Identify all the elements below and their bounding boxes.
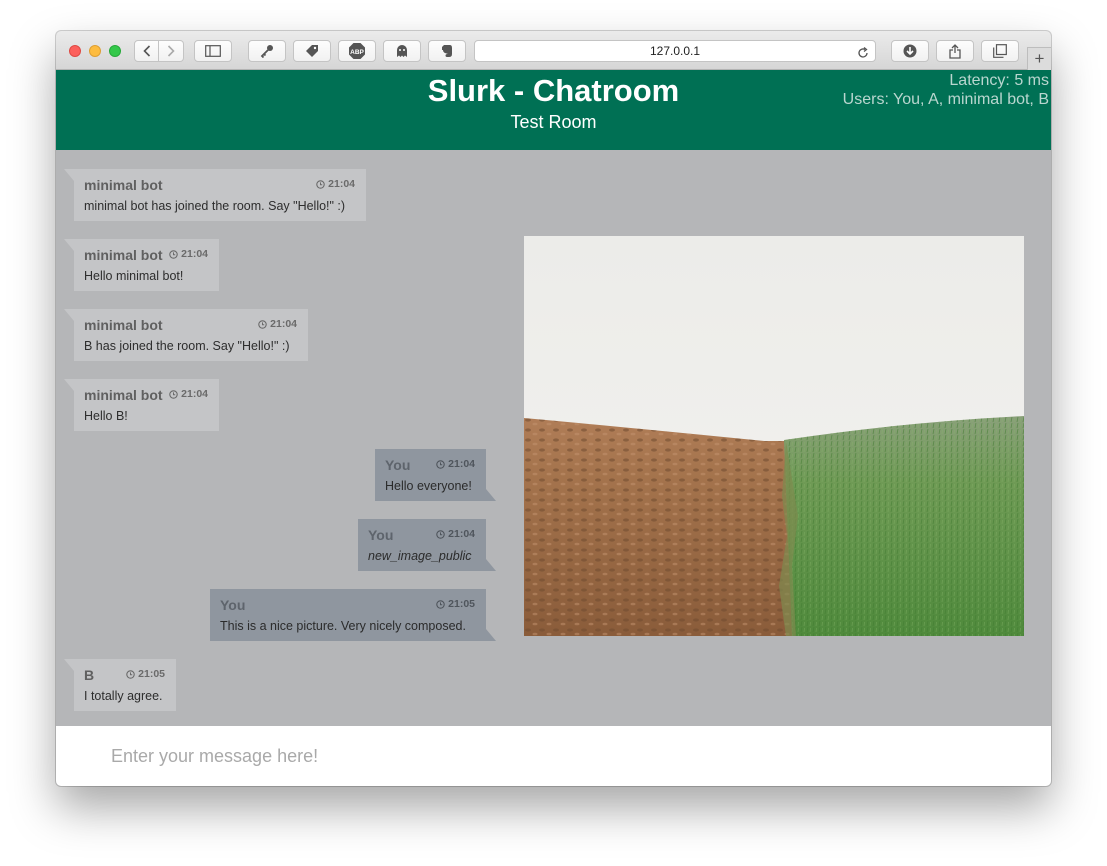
message-time: 21:04 bbox=[169, 388, 208, 400]
evernote-extension-button[interactable] bbox=[428, 40, 466, 62]
message-time: 21:04 bbox=[169, 248, 208, 260]
clock-icon bbox=[436, 529, 445, 539]
minimize-window-button[interactable] bbox=[89, 45, 101, 57]
new-tab-button[interactable]: + bbox=[1027, 47, 1051, 70]
message-time: 21:05 bbox=[436, 598, 475, 610]
new-tab-icon: + bbox=[1034, 49, 1045, 68]
svg-text:ABP: ABP bbox=[350, 49, 364, 56]
message-time: 21:05 bbox=[126, 668, 165, 680]
message-time: 21:04 bbox=[436, 528, 475, 540]
clock-icon bbox=[126, 669, 135, 679]
chat-area[interactable]: minimal bot 21:04 minimal bot has joined… bbox=[56, 150, 1051, 726]
latency-indicator: Latency: 5 ms bbox=[949, 72, 1049, 89]
own-chat-message: You 21:05 This is a nice picture. Very n… bbox=[210, 589, 496, 641]
clock-icon bbox=[316, 179, 325, 189]
key-extension-button[interactable] bbox=[248, 40, 286, 62]
message-text: Hello minimal bot! bbox=[84, 269, 184, 283]
chatroom-header: Slurk - Chatroom Test Room Latency: 5 ms… bbox=[56, 70, 1051, 150]
ghost-icon bbox=[397, 45, 407, 57]
share-icon bbox=[949, 43, 961, 59]
adblock-extension-button[interactable]: ABP bbox=[338, 40, 376, 62]
message-time: 21:04 bbox=[316, 178, 355, 190]
zoom-window-button[interactable] bbox=[109, 45, 121, 57]
downloads-button[interactable] bbox=[891, 40, 929, 62]
tag-extension-button[interactable] bbox=[293, 40, 331, 62]
browser-window: ABP 127.0.0.1 + Slurk - Chatroom Test Ro… bbox=[56, 31, 1051, 786]
clock-icon bbox=[169, 389, 178, 399]
address-bar[interactable]: 127.0.0.1 bbox=[474, 40, 876, 62]
own-chat-message: You 21:04 new_image_public bbox=[358, 519, 496, 571]
message-text: minimal bot has joined the room. Say "He… bbox=[84, 199, 346, 213]
key-icon bbox=[260, 45, 273, 58]
shared-image[interactable] bbox=[524, 236, 1024, 636]
forward-icon bbox=[167, 45, 175, 57]
show-tabs-button[interactable] bbox=[981, 40, 1019, 62]
back-button[interactable] bbox=[134, 40, 159, 62]
chat-message: minimal bot 21:04 Hello minimal bot! bbox=[64, 239, 219, 291]
message-input[interactable] bbox=[96, 738, 1026, 774]
clock-icon bbox=[169, 249, 178, 259]
close-window-button[interactable] bbox=[69, 45, 81, 57]
message-time: 21:04 bbox=[258, 318, 297, 330]
history-navigation bbox=[134, 40, 185, 62]
reload-button[interactable] bbox=[857, 45, 869, 65]
clock-icon bbox=[436, 599, 445, 609]
message-text: new_image_public bbox=[368, 549, 472, 563]
message-text: This is a nice picture. Very nicely comp… bbox=[220, 619, 466, 633]
message-text: Hello B! bbox=[84, 409, 128, 423]
room-name: Test Room bbox=[510, 112, 597, 132]
reload-icon bbox=[858, 46, 868, 58]
chat-message: minimal bot 21:04 minimal bot has joined… bbox=[64, 169, 366, 221]
tag-icon bbox=[306, 45, 318, 57]
back-icon bbox=[142, 45, 150, 57]
message-text: I totally agree. bbox=[84, 689, 163, 703]
message-time: 21:04 bbox=[436, 458, 475, 470]
message-text: Hello everyone! bbox=[385, 479, 472, 493]
share-button[interactable] bbox=[936, 40, 974, 62]
browser-toolbar: ABP 127.0.0.1 + bbox=[56, 31, 1051, 70]
chat-message: B 21:05 I totally agree. bbox=[64, 659, 176, 711]
sidebar-button[interactable] bbox=[194, 40, 232, 62]
field-landscape-image bbox=[524, 236, 1024, 636]
tabs-icon bbox=[993, 44, 1007, 58]
clock-icon bbox=[258, 319, 267, 329]
chat-message: minimal bot 21:04 Hello B! bbox=[64, 379, 219, 431]
user-list: Users: You, A, minimal bot, B bbox=[842, 91, 1049, 108]
chat-message: minimal bot 21:04 B has joined the room.… bbox=[64, 309, 308, 361]
own-chat-message: You 21:04 Hello everyone! bbox=[375, 449, 496, 501]
download-icon bbox=[903, 44, 917, 58]
ghostery-extension-button[interactable] bbox=[383, 40, 421, 62]
message-input-bar bbox=[56, 726, 1051, 786]
forward-button[interactable] bbox=[159, 40, 184, 62]
adblock-icon: ABP bbox=[349, 43, 365, 59]
evernote-icon bbox=[442, 45, 452, 57]
message-text: B has joined the room. Say "Hello!" :) bbox=[84, 339, 290, 353]
clock-icon bbox=[436, 459, 445, 469]
url-text: 127.0.0.1 bbox=[649, 44, 701, 58]
sidebar-icon bbox=[205, 45, 221, 57]
